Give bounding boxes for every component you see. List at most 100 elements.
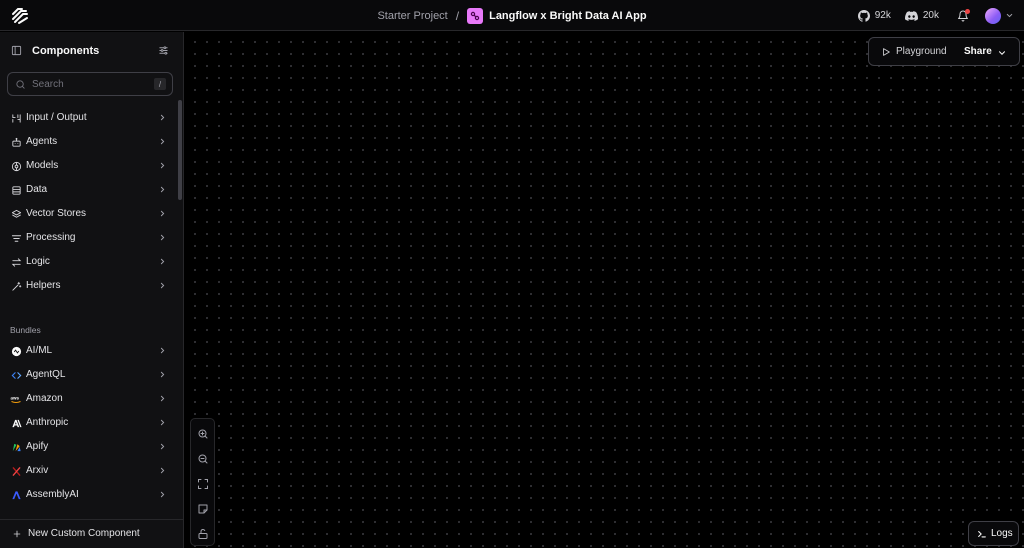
svg-text:aws: aws — [11, 395, 20, 400]
sidebar-item-label: Amazon — [26, 393, 63, 404]
sidebar-header: Components — [0, 32, 184, 70]
aws-icon: aws — [10, 393, 22, 405]
aiml-icon — [10, 345, 22, 357]
sidebar-item-label: Models — [26, 160, 59, 171]
apify-icon — [10, 441, 22, 453]
search-box: / — [7, 72, 173, 96]
assemblyai-icon — [10, 489, 22, 501]
arrows-icon — [10, 256, 22, 268]
logs-button[interactable]: Logs — [968, 521, 1019, 546]
search-shortcut-badge: / — [154, 78, 166, 90]
discord-icon — [904, 10, 918, 21]
chevron-right-icon — [158, 113, 167, 122]
sidebar-item-amazon[interactable]: aws Amazon — [0, 387, 176, 411]
sidebar-title: Components — [32, 45, 100, 57]
terminal-icon — [977, 529, 987, 539]
chevron-right-icon — [158, 370, 167, 379]
flow-canvas[interactable]: Playground Share Logs — [185, 32, 1024, 548]
chevron-right-icon — [158, 161, 167, 170]
components-sidebar: Components / Input / Output Agents — [0, 32, 184, 548]
sidebar-item-label: AI/ML — [26, 345, 53, 356]
fit-view-icon[interactable] — [197, 478, 209, 490]
sidebar-item-arxiv[interactable]: Arxiv — [0, 459, 176, 483]
breadcrumb-separator: / — [455, 8, 460, 23]
chevron-right-icon — [158, 185, 167, 194]
bundles-heading: Bundles — [10, 325, 41, 335]
search-input[interactable] — [32, 78, 142, 90]
sidebar-item-processing[interactable]: Processing — [0, 226, 176, 250]
sidebar-item-label: Input / Output — [26, 112, 87, 123]
breadcrumb-project[interactable]: Starter Project — [377, 10, 447, 22]
plus-icon — [12, 529, 22, 539]
canvas-toolbar: Playground Share — [868, 37, 1020, 66]
chevron-right-icon — [158, 442, 167, 451]
sidebar-item-label: Logic — [26, 256, 50, 267]
chevron-down-icon — [1005, 11, 1014, 20]
new-custom-component-button[interactable]: New Custom Component — [0, 519, 184, 548]
github-count: 92k — [874, 10, 891, 21]
wand-icon — [10, 280, 22, 292]
chevron-right-icon — [158, 490, 167, 499]
sidebar-item-label: AgentQL — [26, 369, 66, 380]
list-filter-icon — [10, 232, 22, 244]
zoom-out-icon[interactable] — [197, 453, 209, 465]
top-bar: Starter Project / Langflow x Bright Data… — [0, 0, 1024, 31]
chevron-right-icon — [158, 466, 167, 475]
brain-icon — [10, 160, 22, 172]
sidebar-item-label: Apify — [26, 441, 49, 452]
sidebar-item-agents[interactable]: Agents — [0, 130, 176, 154]
sidebar-item-logic[interactable]: Logic — [0, 250, 176, 274]
avatar — [985, 7, 1001, 24]
notification-dot — [965, 8, 970, 14]
sidebar-scrollbar[interactable] — [178, 100, 182, 200]
chevron-right-icon — [158, 137, 167, 146]
sidebar-item-apify[interactable]: Apify — [0, 435, 176, 459]
sticky-note-icon[interactable] — [197, 503, 209, 515]
sidebar-item-label: Agents — [26, 136, 58, 147]
flow-name[interactable]: Langflow x Bright Data AI App — [489, 10, 646, 22]
chevron-right-icon — [158, 394, 167, 403]
panel-left-icon[interactable] — [11, 45, 22, 56]
zoom-in-icon[interactable] — [197, 428, 209, 440]
sliders-icon[interactable] — [158, 45, 169, 56]
playground-button[interactable]: Playground — [896, 46, 947, 57]
bundle-list: AI/ML AgentQL aws Amazon Anthropic Apify… — [0, 339, 176, 507]
sidebar-item-anthropic[interactable]: Anthropic — [0, 411, 176, 435]
chevron-down-icon[interactable] — [997, 48, 1007, 58]
canvas-controls — [190, 418, 215, 546]
bot-icon — [10, 136, 22, 148]
sidebar-item-label: Data — [26, 184, 48, 195]
github-stars-button[interactable]: 92k — [857, 9, 891, 22]
unlock-icon[interactable] — [197, 528, 209, 540]
sidebar-item-label: Helpers — [26, 280, 61, 291]
anthropic-icon — [10, 417, 22, 429]
category-list: Input / Output Agents Models Data Vector… — [0, 106, 176, 298]
chevron-right-icon — [158, 257, 167, 266]
chevron-right-icon — [158, 418, 167, 427]
play-icon — [881, 47, 891, 57]
sidebar-item-input-output[interactable]: Input / Output — [0, 106, 176, 130]
logs-label: Logs — [991, 528, 1013, 539]
sidebar-item-helpers[interactable]: Helpers — [0, 274, 176, 298]
sidebar-item-models[interactable]: Models — [0, 154, 176, 178]
sidebar-item-assemblyai[interactable]: AssemblyAI — [0, 483, 176, 507]
new-custom-component-label: New Custom Component — [28, 528, 140, 539]
sidebar-item-label: Arxiv — [26, 465, 49, 476]
user-menu[interactable] — [985, 7, 1014, 24]
discord-count: 20k — [922, 10, 939, 21]
database-icon — [10, 184, 22, 196]
sidebar-item-vector-stores[interactable]: Vector Stores — [0, 202, 176, 226]
chevron-right-icon — [158, 209, 167, 218]
sidebar-item-label: AssemblyAI — [26, 489, 79, 500]
sidebar-item-agentql[interactable]: AgentQL — [0, 363, 176, 387]
notifications-button[interactable] — [957, 8, 970, 22]
sidebar-item-aiml[interactable]: AI/ML — [0, 339, 176, 363]
arxiv-icon — [10, 465, 22, 477]
discord-button[interactable]: 20k — [904, 10, 939, 21]
chevron-right-icon — [158, 346, 167, 355]
sidebar-item-data[interactable]: Data — [0, 178, 176, 202]
header-actions: 92k 20k — [857, 0, 1014, 31]
agentql-icon — [10, 369, 22, 381]
search-icon — [15, 79, 26, 90]
share-button[interactable]: Share — [964, 46, 992, 57]
